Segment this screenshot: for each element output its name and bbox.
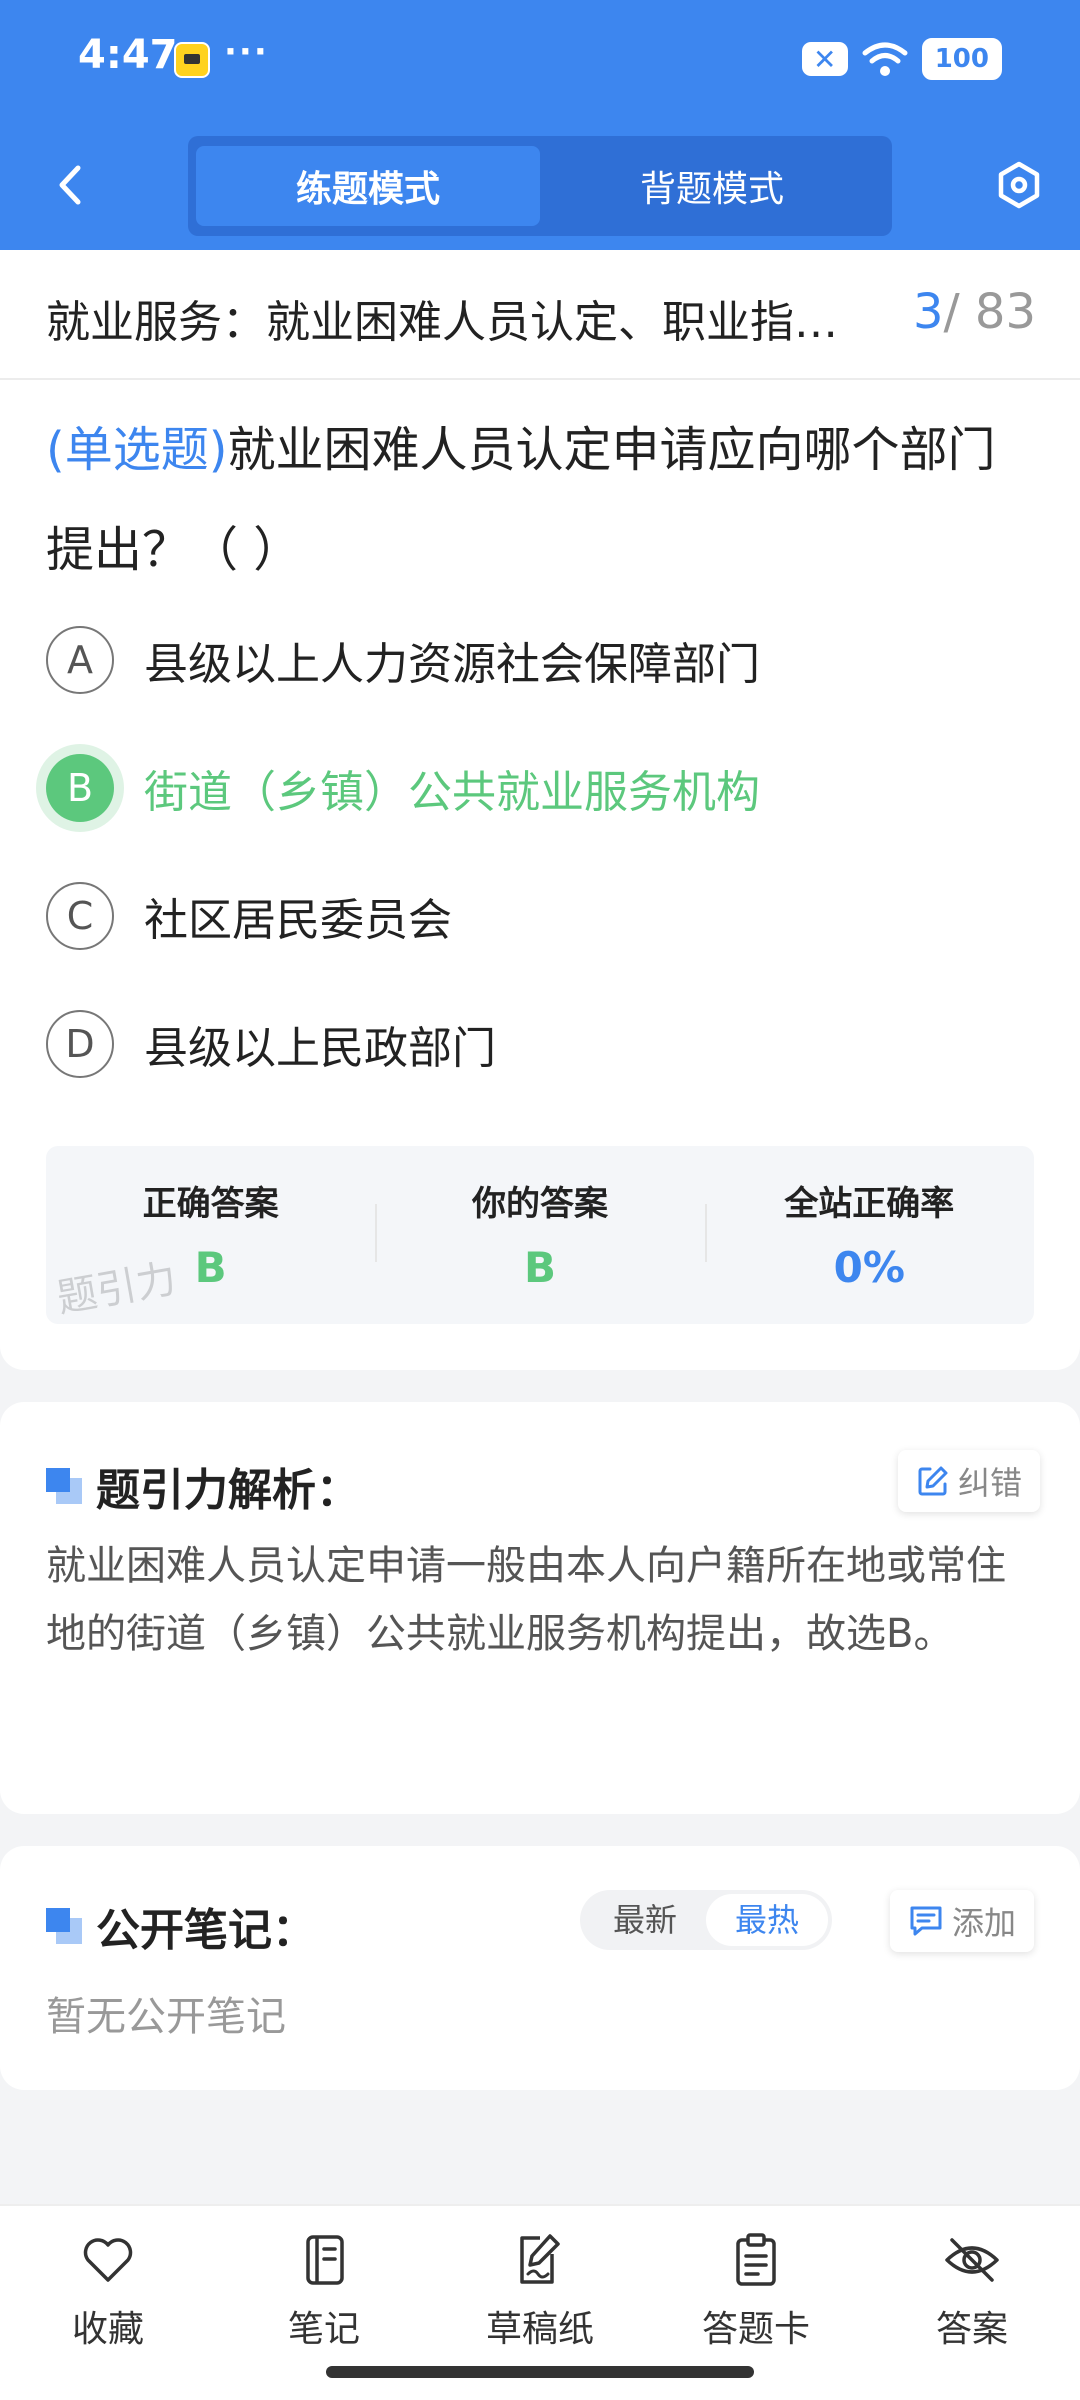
app-notification-icon bbox=[174, 42, 210, 78]
mode-switch: 练题模式 背题模式 bbox=[188, 136, 892, 236]
option-letter: C bbox=[46, 882, 114, 950]
notes-button[interactable]: 笔记 bbox=[244, 2232, 404, 2352]
notes-sort-toggle: 最新 最热 bbox=[580, 1890, 832, 1950]
favorite-button[interactable]: 收藏 bbox=[28, 2232, 188, 2352]
your-answer-col: 你的答案 B bbox=[375, 1146, 704, 1324]
status-icons: ✕ 100 bbox=[801, 38, 1002, 80]
question-card: (单选题)就业困难人员认定申请应向哪个部门提出？（ ） A 县级以上人力资源社会… bbox=[0, 380, 1080, 1370]
analysis-text: 就业困难人员认定申请一般由本人向户籍所在地或常住地的街道（乡镇）公共就业服务机构… bbox=[46, 1543, 1006, 1657]
option-text: 县级以上民政部门 bbox=[144, 1023, 496, 1074]
current-question-number: 3 bbox=[912, 284, 944, 340]
your-answer-label: 你的答案 bbox=[471, 1184, 608, 1224]
accuracy-rate-value: 0% bbox=[833, 1243, 905, 1292]
accuracy-rate-col: 全站正确率 0% bbox=[704, 1146, 1034, 1324]
draft-paper-icon bbox=[520, 2234, 560, 2284]
comment-icon bbox=[910, 1906, 942, 1936]
favorite-label: 收藏 bbox=[71, 2309, 144, 2350]
sort-hottest-option[interactable]: 最热 bbox=[706, 1894, 828, 1946]
option-text: 社区居民委员会 bbox=[144, 895, 452, 946]
section-squares-icon bbox=[46, 1908, 82, 1944]
your-answer-value: B bbox=[523, 1243, 556, 1292]
option-letter: A bbox=[46, 626, 114, 694]
correct-answer-label: 正确答案 bbox=[142, 1184, 279, 1224]
x-badge-icon: ✕ bbox=[801, 42, 848, 76]
report-error-label: 纠错 bbox=[958, 1464, 1023, 1502]
home-indicator[interactable] bbox=[326, 2366, 754, 2378]
back-chevron-icon[interactable] bbox=[48, 160, 98, 210]
option-d[interactable]: D 县级以上民政部门 bbox=[46, 1008, 496, 1080]
heart-icon bbox=[83, 2238, 133, 2282]
edit-icon bbox=[918, 1466, 948, 1496]
sort-latest-option[interactable]: 最新 bbox=[584, 1894, 706, 1946]
accuracy-rate-label: 全站正确率 bbox=[784, 1184, 955, 1224]
battery-indicator: 100 bbox=[921, 38, 1002, 80]
option-c[interactable]: C 社区居民委员会 bbox=[46, 880, 452, 952]
tab-practice-mode[interactable]: 练题模式 bbox=[196, 146, 540, 226]
option-letter: B bbox=[46, 754, 114, 822]
notebook-icon bbox=[306, 2235, 344, 2285]
section-squares-icon bbox=[46, 1468, 82, 1504]
report-error-button[interactable]: 纠错 bbox=[898, 1450, 1041, 1512]
notes-heading-text: 公开笔记： bbox=[96, 1905, 316, 1956]
notes-heading: 公开笔记： bbox=[46, 1894, 316, 1958]
add-note-label: 添加 bbox=[952, 1904, 1017, 1942]
analysis-heading-text: 题引力解析： bbox=[96, 1465, 360, 1516]
tab-memorize-mode[interactable]: 背题模式 bbox=[540, 146, 884, 226]
answer-card-icon bbox=[736, 2233, 776, 2286]
section-title-row: 就业服务：就业困难人员认定、职业指… 3/ 83 bbox=[0, 250, 1080, 380]
correct-answer-col: 正确答案 B 题引力 bbox=[46, 1146, 375, 1324]
status-time: 4:47 bbox=[78, 32, 178, 78]
option-letter: D bbox=[46, 1010, 114, 1078]
option-text: 县级以上人力资源社会保障部门 bbox=[144, 639, 760, 690]
question-type-tag: (单选题) bbox=[46, 422, 228, 478]
question-counter: 3/ 83 bbox=[913, 284, 1036, 340]
notes-card: 公开笔记： 最新 最热 添加 暂无公开笔记 bbox=[0, 1846, 1080, 2090]
no-notes-text: 暂无公开笔记 bbox=[46, 1994, 286, 2040]
settings-hex-icon[interactable] bbox=[994, 160, 1044, 210]
answer-card-label: 答题卡 bbox=[701, 2309, 810, 2350]
analysis-heading: 题引力解析： bbox=[46, 1454, 360, 1518]
show-answer-button[interactable]: 答案 bbox=[892, 2232, 1052, 2352]
top-bar: 4:47 ··· ✕ 100 练题模式 背题模式 bbox=[0, 0, 1080, 250]
add-note-button[interactable]: 添加 bbox=[890, 1890, 1035, 1952]
option-b[interactable]: B 街道（乡镇）公共就业服务机构 bbox=[46, 752, 760, 824]
total-questions: / 83 bbox=[943, 284, 1036, 340]
option-text: 街道（乡镇）公共就业服务机构 bbox=[144, 767, 760, 818]
eye-off-icon bbox=[945, 2238, 999, 2282]
answer-card-button[interactable]: 答题卡 bbox=[676, 2232, 836, 2352]
notes-label: 笔记 bbox=[287, 2309, 360, 2350]
analysis-card: 题引力解析： 纠错 就业困难人员认定申请一般由本人向户籍所在地或常住地的街道（乡… bbox=[0, 1402, 1080, 1814]
draft-paper-button[interactable]: 草稿纸 bbox=[460, 2232, 620, 2352]
answer-summary: 正确答案 B 题引力 你的答案 B 全站正确率 0% bbox=[46, 1146, 1034, 1324]
wifi-icon bbox=[862, 42, 908, 76]
show-answer-label: 答案 bbox=[935, 2309, 1008, 2350]
question-stem: (单选题)就业困难人员认定申请应向哪个部门提出？（ ） bbox=[46, 400, 1036, 600]
section-title: 就业服务：就业困难人员认定、职业指… bbox=[46, 297, 838, 348]
draft-paper-label: 草稿纸 bbox=[485, 2309, 594, 2350]
option-a[interactable]: A 县级以上人力资源社会保障部门 bbox=[46, 624, 760, 696]
more-notifications-icon: ··· bbox=[224, 32, 269, 72]
